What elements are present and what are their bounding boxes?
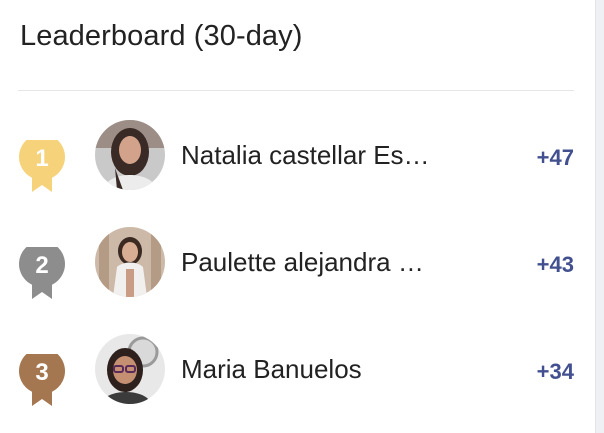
bronze-medal-icon: 3	[19, 354, 65, 406]
avatar[interactable]	[95, 334, 165, 404]
silver-medal-icon: 2	[19, 247, 65, 299]
avatar[interactable]	[95, 227, 165, 297]
player-score: +47	[536, 145, 574, 170]
rank-number: 1	[35, 145, 48, 172]
player-name[interactable]: Natalia castellar Es…	[181, 140, 446, 171]
scrollbar-track[interactable]	[595, 0, 604, 433]
divider	[18, 90, 574, 91]
rank-number: 2	[35, 252, 48, 279]
leaderboard-card: Leaderboard (30-day) 1 Natalia castellar…	[0, 0, 594, 433]
player-score: +43	[536, 252, 574, 277]
avatar[interactable]	[95, 120, 165, 190]
leaderboard-title: Leaderboard (30-day)	[20, 20, 303, 52]
gold-medal-icon: 1	[19, 140, 65, 192]
leaderboard-row[interactable]: 1 Natalia castellar Es… +47	[0, 118, 594, 198]
leaderboard-row[interactable]: 3 Maria Banuelos +34	[0, 332, 594, 412]
rank-number: 3	[35, 359, 48, 386]
player-name[interactable]: Paulette alejandra …	[181, 247, 446, 278]
player-name[interactable]: Maria Banuelos	[181, 354, 446, 385]
leaderboard-row[interactable]: 2 Paulette alejandra … +43	[0, 225, 594, 305]
player-score: +34	[536, 359, 574, 384]
